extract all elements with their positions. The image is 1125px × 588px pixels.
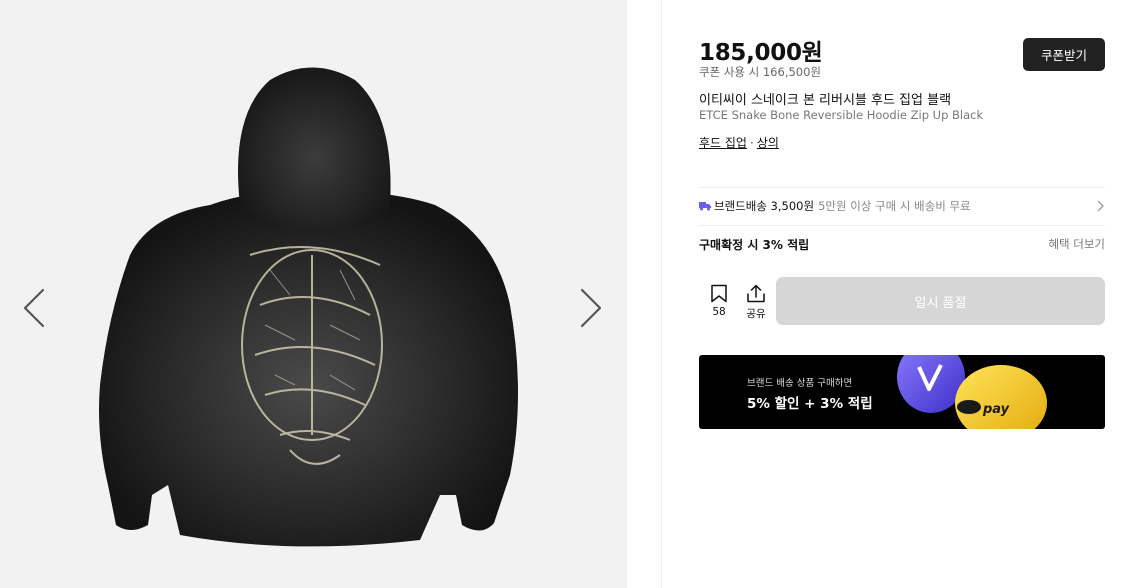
shipping-free-condition: 5만원 이상 구매 시 배송비 무료 (818, 199, 971, 213)
soldout-button[interactable]: 일시 품절 (776, 277, 1105, 325)
chevron-left-icon[interactable] (21, 286, 49, 330)
chevron-right-icon (1097, 200, 1104, 212)
coin-graphic: pay (897, 355, 1047, 429)
banner-subtitle: 브랜드 배송 상품 구매하면 (747, 378, 853, 389)
product-title-en: ETCE Snake Bone Reversible Hoodie Zip Up… (699, 108, 984, 122)
truck-icon (699, 202, 711, 211)
category-link-hood-zipup[interactable]: 후드 집업 (699, 136, 747, 150)
category-separator: · (749, 136, 754, 150)
bookmark-button[interactable]: 58 (705, 284, 733, 318)
product-image (99, 67, 518, 547)
pay-label: pay (982, 402, 1010, 417)
promo-banner[interactable]: 브랜드 배송 상품 구매하면 5% 할인 + 3% 적립 pay (699, 355, 1105, 429)
product-price: 185,000원 (699, 40, 823, 66)
share-button[interactable]: 공유 (742, 284, 770, 321)
divider (699, 225, 1105, 226)
benefit-more-link[interactable]: 혜택 더보기 (1048, 236, 1105, 252)
category-link-top[interactable]: 상의 (757, 136, 779, 150)
coupon-button[interactable]: 쿠폰받기 (1023, 38, 1105, 71)
chevron-right-icon[interactable] (576, 286, 604, 330)
product-image-gallery (0, 0, 626, 588)
points-row: 구매확정 시 3% 적립 혜택 더보기 (699, 234, 1105, 254)
product-title-kr: 이티씨이 스네이크 본 리버시블 후드 집업 블랙 (699, 93, 952, 108)
share-label: 공유 (746, 308, 766, 320)
bookmark-count: 58 (712, 306, 726, 318)
category-breadcrumb: 후드 집업 · 상의 (699, 134, 779, 151)
shipping-row[interactable]: 브랜드배송 3,500원 5만원 이상 구매 시 배송비 무료 (699, 189, 1105, 223)
banner-headline: 5% 할인 + 3% 적립 (747, 396, 873, 412)
coupon-price: 쿠폰 사용 시 166,500원 (699, 65, 822, 79)
product-page: 185,000원 쿠폰 사용 시 166,500원 쿠폰받기 이티씨이 스네이크… (0, 0, 1125, 588)
bookmark-icon (711, 284, 727, 303)
action-bar: 58 공유 일시 품절 (699, 277, 1105, 325)
divider (699, 187, 1105, 188)
panel-divider (626, 0, 662, 588)
share-icon (747, 284, 765, 303)
points-label: 구매확정 시 3% 적립 (699, 238, 810, 252)
shipping-label: 브랜드배송 3,500원 (714, 199, 815, 213)
